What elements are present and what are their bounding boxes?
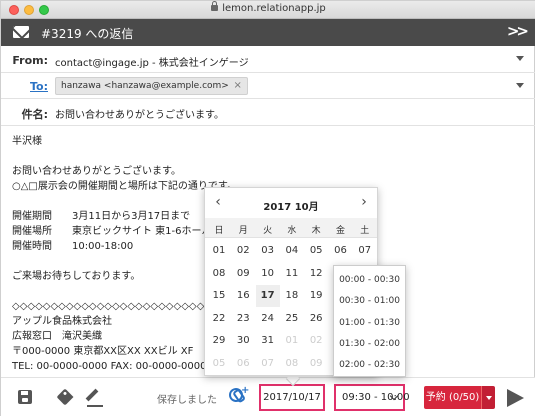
weekday-label: 水 — [287, 226, 297, 236]
weekday-label: 火 — [263, 226, 273, 236]
mail-icon — [13, 26, 29, 38]
calendar-day[interactable]: 24 — [256, 308, 280, 330]
remove-recipient-icon[interactable]: × — [233, 78, 241, 94]
calendar-day: 06 — [236, 357, 250, 369]
calendar-day[interactable]: 06 — [329, 240, 353, 262]
calendar-day[interactable]: 01 — [207, 240, 231, 262]
calendar-day[interactable]: 17 — [255, 285, 280, 307]
calendar-day[interactable]: 26 — [304, 308, 328, 330]
weekday-header: 日月火水木金土 — [205, 218, 377, 238]
calendar-day[interactable]: 02 — [231, 240, 255, 262]
weekday-label: 木 — [311, 226, 321, 236]
calendar-day[interactable]: 16 — [231, 285, 255, 307]
app-window: lemon.relationapp.jp #3219 への返信 >> From:… — [0, 0, 535, 416]
recipient-chip[interactable]: hanzawa <hanzawa@example.com> × — [55, 77, 248, 95]
chevron-down-icon[interactable] — [516, 56, 524, 61]
recipient-chip-label: hanzawa <hanzawa@example.com> — [61, 81, 229, 91]
to-row: To: hanzawa <hanzawa@example.com> × — [1, 73, 535, 99]
weekday-label: 土 — [360, 226, 370, 236]
subject-label: 件名: — [21, 108, 48, 121]
calendar-month-title: 2017 10月 — [263, 202, 319, 213]
next-month-button[interactable]: › — [357, 194, 371, 210]
calendar-day: 07 — [261, 357, 274, 369]
calendar-day[interactable]: 18 — [280, 285, 304, 307]
calendar-day: 08 — [285, 357, 299, 369]
body-blank-line — [12, 149, 312, 164]
pen-icon[interactable] — [85, 388, 99, 402]
from-label: From: — [12, 54, 48, 67]
save-icon[interactable] — [18, 390, 32, 404]
calendar-header: ‹ 2017 10月 › — [205, 188, 377, 218]
url-text: lemon.relationapp.jp — [222, 3, 326, 14]
calendar-day[interactable]: 15 — [207, 285, 231, 307]
time-slot-list: 00:00 - 00:30 00:30 - 01:00 01:00 - 01:30 0… — [333, 265, 406, 377]
calendar-day[interactable]: 19 — [304, 285, 328, 307]
subject-field[interactable]: お問い合わせありがとうございます。 — [55, 106, 224, 121]
time-slot-option[interactable]: 00:30 - 01:00 — [334, 290, 405, 312]
save-status: 保存しました — [157, 395, 217, 406]
calendar-day[interactable]: 31 — [256, 330, 280, 352]
schedule-time-value: 09:30 - 10:00 — [342, 392, 410, 403]
calendar-day[interactable]: 25 — [280, 308, 304, 330]
pen-underline — [87, 405, 103, 407]
weekday-label: 金 — [335, 226, 345, 236]
calendar-day: 05 — [212, 357, 226, 369]
calendar-day: 01 — [285, 335, 299, 346]
time-slot-option[interactable]: 01:00 - 01:30 — [334, 312, 405, 334]
schedule-date-input[interactable]: 2017/10/17 — [259, 384, 325, 411]
calendar-day[interactable]: 04 — [280, 240, 304, 262]
address-bar[interactable]: lemon.relationapp.jp — [1, 1, 535, 14]
calendar-day[interactable]: 12 — [304, 263, 328, 285]
reply-title: #3219 への返信 — [41, 27, 134, 41]
calendar-day[interactable]: 29 — [207, 330, 231, 352]
reply-header: #3219 への返信 >> — [1, 19, 535, 46]
calendar-day[interactable]: 09 — [231, 263, 255, 285]
calendar-day[interactable]: 07 — [353, 240, 377, 262]
body-line: お問い合わせありがとうございます。 — [12, 166, 181, 177]
attach-plus-icon: + — [241, 385, 250, 396]
subject-row: 件名: お問い合わせありがとうございます。 — [1, 99, 535, 126]
calendar-day[interactable]: 11 — [280, 263, 304, 285]
expand-icon[interactable]: >> — [507, 22, 529, 40]
schedule-options-dropdown[interactable] — [481, 386, 495, 409]
weekday-label: 月 — [238, 226, 248, 236]
calendar-day[interactable]: 30 — [231, 330, 255, 352]
calendar-day[interactable]: 08 — [207, 263, 231, 285]
chevron-down-icon[interactable] — [516, 83, 524, 88]
send-icon[interactable] — [507, 389, 524, 407]
time-slot-option[interactable]: 01:30 - 02:00 — [334, 333, 405, 355]
calendar-day[interactable]: 22 — [207, 308, 231, 330]
to-link[interactable]: To: — [30, 80, 48, 93]
time-slot-option[interactable]: 02:30 - 03:00 — [334, 376, 405, 377]
schedule-time-select[interactable]: 09:30 - 10:00 — [334, 384, 410, 411]
time-slot-option[interactable]: 00:00 - 00:30 — [334, 269, 405, 291]
weekday-label: 日 — [214, 226, 224, 236]
tag-icon[interactable] — [56, 388, 74, 406]
time-slot-option[interactable]: 02:00 - 02:30 — [334, 354, 405, 376]
body-line: 半沢様 — [12, 136, 42, 147]
calendar-day: 02 — [309, 335, 323, 346]
calendar-day[interactable]: 05 — [304, 240, 328, 262]
calendar-day: 09 — [309, 357, 323, 369]
schedule-send-button[interactable]: 予約 (0/50) — [424, 386, 481, 409]
lock-icon — [211, 1, 219, 11]
calendar-day[interactable]: 03 — [256, 240, 280, 262]
from-select[interactable]: contact@ingage.jp - 株式会社インゲージ — [55, 54, 249, 69]
calendar-day[interactable]: 23 — [231, 308, 255, 330]
from-row: From: contact@ingage.jp - 株式会社インゲージ — [1, 46, 535, 73]
calendar-day[interactable]: 10 — [256, 263, 280, 285]
browser-titlebar: lemon.relationapp.jp — [1, 1, 535, 19]
